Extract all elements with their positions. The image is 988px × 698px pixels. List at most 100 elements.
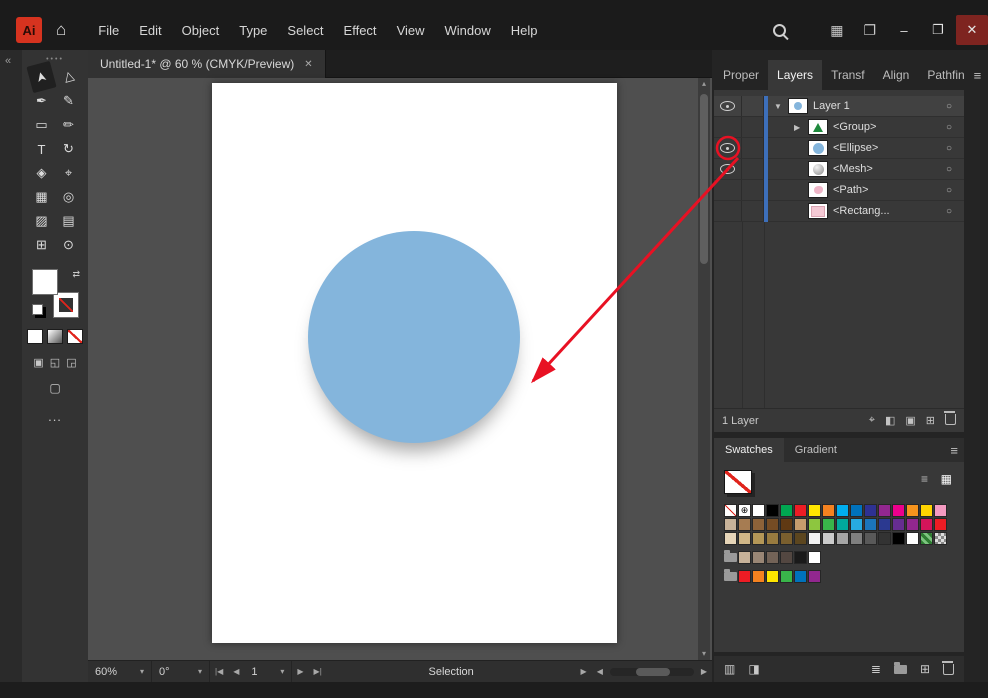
list-view-icon[interactable]: ≡ [921, 472, 928, 486]
delete-layer-icon[interactable] [944, 410, 956, 428]
arrange-documents-icon[interactable]: ❐ [853, 22, 886, 39]
swatch-kinds-icon[interactable]: ◨ [748, 662, 759, 676]
swatch[interactable] [920, 504, 933, 517]
swatch[interactable] [780, 518, 793, 531]
swatch[interactable] [766, 518, 779, 531]
scroll-left-icon[interactable]: ◀ [592, 667, 608, 676]
swatch[interactable] [836, 532, 849, 545]
swatch[interactable] [794, 518, 807, 531]
eraser-tool[interactable]: ◈ [28, 161, 55, 185]
swatch[interactable] [906, 518, 919, 531]
lock-cell[interactable] [742, 180, 764, 200]
new-color-group-icon[interactable] [893, 661, 907, 674]
menu-effect[interactable]: Effect [334, 23, 387, 38]
target-circle-icon[interactable]: ○ [946, 101, 952, 112]
zoom-level-select[interactable]: 60% ▾ [88, 661, 152, 682]
visibility-cell[interactable] [714, 96, 742, 116]
swatch[interactable] [906, 504, 919, 517]
swatch[interactable] [752, 570, 765, 583]
tab-gradient[interactable]: Gradient [784, 438, 848, 462]
swatch[interactable] [766, 504, 779, 517]
swatch[interactable] [738, 570, 751, 583]
swatch[interactable] [864, 518, 877, 531]
swatch[interactable] [878, 532, 891, 545]
swatch[interactable] [794, 532, 807, 545]
eye-icon[interactable] [720, 101, 735, 111]
paintbrush-tool[interactable]: ✏ [55, 113, 82, 137]
curvature-tool[interactable]: ✎ [55, 89, 82, 113]
panel-tab-pathfin[interactable]: Pathfin [918, 60, 973, 90]
draw-inside-mode-button[interactable]: ◲ [66, 356, 76, 369]
swatch[interactable] [808, 551, 821, 564]
menu-file[interactable]: File [88, 23, 129, 38]
target-circle-icon[interactable]: ○ [946, 122, 952, 133]
document-tab[interactable]: Untitled-1* @ 60 % (CMYK/Preview) ✕ [88, 50, 326, 78]
rectangle-tool[interactable]: ▭ [28, 113, 55, 137]
swatch[interactable] [920, 518, 933, 531]
pen-tool[interactable]: ✒ [28, 89, 55, 113]
visibility-cell[interactable] [714, 201, 742, 221]
swatch[interactable] [850, 518, 863, 531]
close-button[interactable]: ✕ [956, 15, 988, 45]
swatch[interactable] [878, 504, 891, 517]
locate-object-icon[interactable]: ⌖ [869, 414, 875, 427]
layer-row-rectangle[interactable]: <Rectang... ○ [714, 201, 964, 222]
swap-fill-stroke-icon[interactable]: ⇄ [72, 269, 80, 280]
grid-view-icon[interactable]: ▦ [941, 472, 952, 486]
artboard[interactable] [212, 83, 617, 643]
swatch[interactable] [752, 504, 765, 517]
swatch[interactable] [780, 532, 793, 545]
panel-tab-proper[interactable]: Proper [714, 60, 768, 90]
group-thumbnail[interactable] [808, 119, 828, 135]
visibility-cell[interactable] [714, 117, 742, 137]
none-button[interactable] [67, 329, 83, 344]
layer-name[interactable]: <Mesh> [833, 163, 873, 175]
tab-swatches[interactable]: Swatches [714, 438, 784, 462]
mesh-thumbnail[interactable] [808, 161, 828, 177]
delete-swatch-icon[interactable] [942, 660, 954, 675]
swatch-libraries-icon[interactable]: ▥ [724, 662, 735, 676]
clipping-mask-icon[interactable]: ◧ [885, 414, 895, 427]
change-screen-mode-button[interactable]: ▢ [22, 381, 88, 395]
eyedropper-tool[interactable]: ◎ [55, 185, 82, 209]
swatch[interactable] [850, 504, 863, 517]
menu-type[interactable]: Type [229, 23, 277, 38]
swatch[interactable] [780, 570, 793, 583]
eye-icon[interactable] [720, 164, 735, 174]
workspace-switcher-icon[interactable]: ▦ [820, 22, 853, 39]
swatch[interactable] [892, 504, 905, 517]
swatch[interactable] [892, 518, 905, 531]
layer-row-group[interactable]: ▶ <Group> ○ [714, 117, 964, 138]
swatch[interactable] [766, 532, 779, 545]
scale-tool[interactable]: ⌖ [55, 161, 82, 185]
vertical-scrollbar[interactable]: ▴ ▾ [698, 78, 710, 660]
scroll-right-icon[interactable]: ▶ [696, 667, 712, 676]
last-artboard-button[interactable]: ▶| [309, 667, 327, 676]
swatch[interactable] [752, 551, 765, 564]
horizontal-scrollbar[interactable] [609, 667, 694, 676]
panel-menu-icon[interactable]: ≡ [974, 68, 988, 83]
minimize-button[interactable]: – [888, 15, 920, 45]
gradient-button[interactable] [47, 329, 63, 344]
swatch[interactable] [752, 518, 765, 531]
layer-row-mesh[interactable]: <Mesh> ○ [714, 159, 964, 180]
collapse-panel-icon[interactable]: « [5, 55, 11, 67]
canvas[interactable]: ▴ ▾ [88, 78, 712, 660]
layer-name[interactable]: <Group> [833, 121, 876, 133]
swatch[interactable] [934, 504, 947, 517]
prev-artboard-button[interactable]: ◀ [228, 667, 244, 676]
layer-name[interactable]: <Ellipse> [833, 142, 878, 154]
menu-view[interactable]: View [387, 23, 435, 38]
swatch[interactable] [822, 532, 835, 545]
swatch[interactable] [822, 504, 835, 517]
swatch-pattern[interactable] [920, 532, 933, 545]
swatch[interactable] [724, 518, 737, 531]
rotate-tool[interactable]: ↻ [55, 137, 82, 161]
swatches-menu-icon[interactable]: ≡ [950, 443, 964, 458]
swatch[interactable] [808, 532, 821, 545]
status-menu-arrow-icon[interactable]: ▶ [576, 667, 592, 676]
draw-normal-mode-button[interactable]: ▣ [33, 356, 43, 369]
visibility-cell[interactable] [714, 159, 742, 179]
graph-tool[interactable]: ▤ [55, 209, 82, 233]
panel-tab-layers[interactable]: Layers [768, 60, 823, 90]
